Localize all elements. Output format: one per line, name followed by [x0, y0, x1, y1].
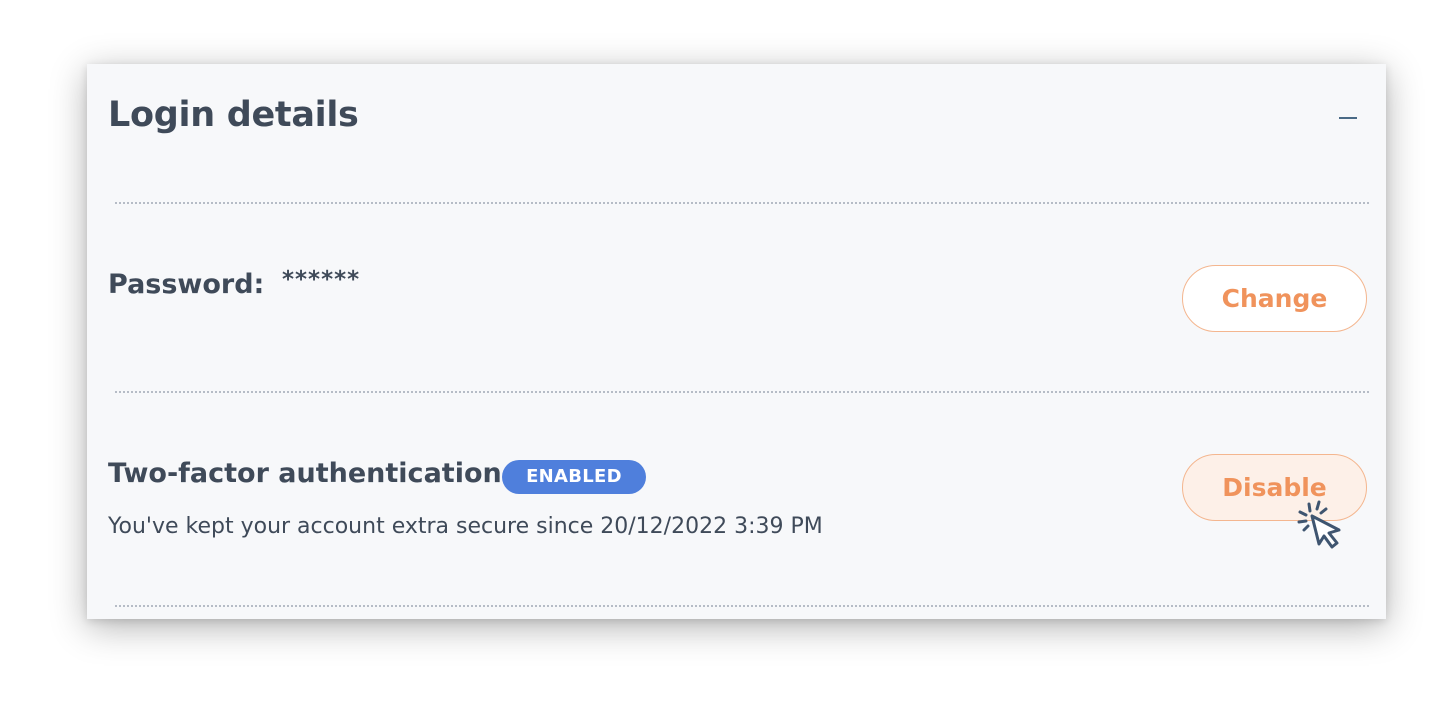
minus-icon [1339, 117, 1357, 119]
section-title: Login details [108, 95, 359, 135]
disable-two-factor-button[interactable]: Disable [1182, 454, 1367, 521]
change-password-button[interactable]: Change [1182, 265, 1367, 332]
collapse-button[interactable] [1335, 106, 1363, 130]
login-details-panel: Login details Password: ****** Change Tw… [87, 64, 1386, 619]
password-value: ****** [282, 267, 361, 293]
two-factor-description: You've kept your account extra secure si… [108, 514, 823, 539]
divider [115, 202, 1369, 204]
two-factor-label: Two-factor authentication [108, 458, 502, 489]
divider [115, 605, 1369, 607]
password-label: Password: [108, 269, 265, 300]
status-badge: ENABLED [502, 460, 646, 494]
divider [115, 391, 1369, 393]
